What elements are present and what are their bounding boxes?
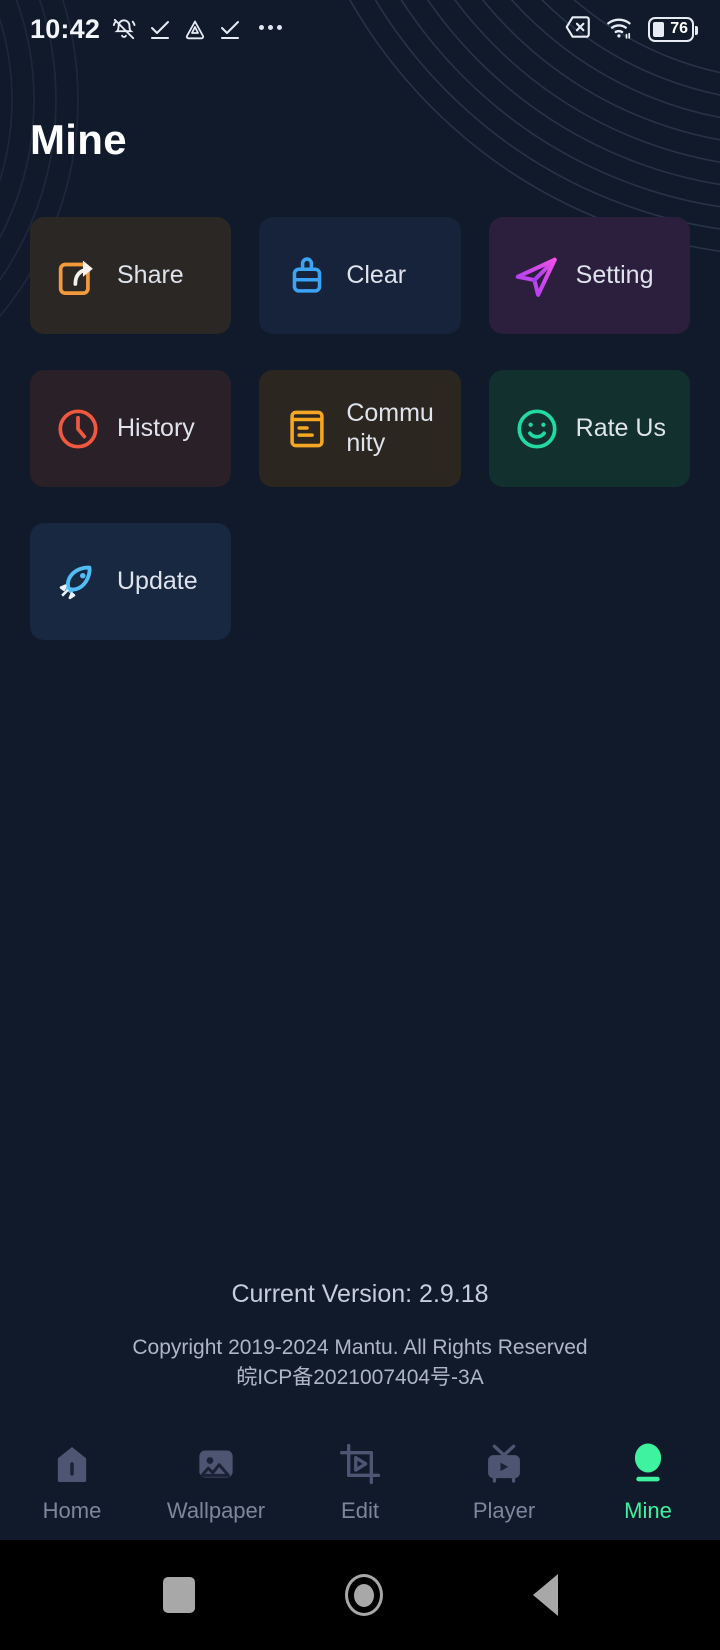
bottom-tab-bar: Home Wallpaper Edit Player Mine [0, 1422, 720, 1540]
card-community[interactable]: Community [259, 370, 461, 487]
card-history[interactable]: History [30, 370, 232, 487]
sim-card-off-icon [564, 14, 592, 45]
status-bar: 10:42 76 [0, 0, 720, 58]
status-bar-left: 10:42 [30, 13, 283, 44]
share-arrow-icon [52, 250, 104, 302]
recents-button[interactable] [162, 1577, 195, 1613]
copyright-line-2: 皖ICP备2021007404号-3A [236, 1365, 484, 1389]
card-update[interactable]: Update [30, 523, 232, 640]
current-version-label: Current Version: 2.9.18 [231, 1280, 489, 1309]
page-title: Mine [30, 116, 127, 163]
battery-fill [653, 21, 664, 37]
status-bar-clock: 10:42 [30, 13, 101, 44]
rocket-icon [52, 556, 104, 608]
feature-grid: Share Clear Setting History Community Ra… [30, 217, 690, 640]
crop-play-icon [337, 1439, 383, 1489]
image-icon [193, 1439, 239, 1489]
smiley-face-icon [511, 403, 563, 455]
tab-wallpaper[interactable]: Wallpaper [144, 1439, 288, 1524]
card-label: Update [117, 566, 198, 595]
tab-label: Edit [341, 1497, 379, 1523]
card-label: History [117, 413, 195, 442]
tab-label: Mine [624, 1497, 672, 1523]
footer: Current Version: 2.9.18 Copyright 2019-2… [0, 1280, 720, 1392]
card-setting[interactable]: Setting [488, 217, 690, 334]
mute-bell-icon [111, 16, 137, 42]
copyright-line-1: Copyright 2019-2024 Mantu. All Rights Re… [132, 1336, 588, 1360]
home-button[interactable] [344, 1574, 383, 1616]
wifi-icon [605, 14, 635, 45]
tv-play-icon [481, 1439, 527, 1489]
triangle-drive-icon [183, 17, 207, 41]
card-label: Clear [346, 260, 407, 289]
battery-percent-label: 76 [670, 20, 688, 37]
card-rate-us[interactable]: Rate Us [488, 370, 690, 487]
card-label: Setting [575, 260, 654, 289]
tab-edit[interactable]: Edit [288, 1439, 432, 1524]
brush-clean-icon [281, 250, 333, 302]
android-system-nav [0, 1540, 720, 1650]
clock-icon [52, 403, 104, 455]
tab-player[interactable]: Player [432, 1439, 576, 1524]
check-underline-icon [218, 17, 242, 41]
card-label: Rate Us [575, 413, 666, 442]
card-label: Community [346, 399, 434, 457]
document-list-icon [281, 403, 333, 455]
tab-mine[interactable]: Mine [576, 1439, 720, 1524]
status-bar-right: 76 [564, 14, 698, 45]
overflow-dots-icon [259, 24, 283, 30]
paper-plane-icon [511, 250, 563, 302]
avatar-icon [625, 1439, 671, 1489]
battery-indicator: 76 [648, 16, 698, 42]
card-share[interactable]: Share [30, 217, 232, 334]
tab-label: Player [472, 1497, 536, 1523]
card-clear[interactable]: Clear [259, 217, 461, 334]
tab-label: Wallpaper [166, 1497, 266, 1523]
back-button[interactable] [532, 1574, 558, 1616]
tab-home[interactable]: Home [0, 1439, 144, 1524]
house-icon [49, 1439, 95, 1489]
check-underline-icon [148, 17, 172, 41]
tab-label: Home [42, 1497, 102, 1523]
app-screen: 10:42 76 Mine Share Clear Setting Histor… [0, 0, 720, 1650]
card-label: Share [117, 260, 184, 289]
